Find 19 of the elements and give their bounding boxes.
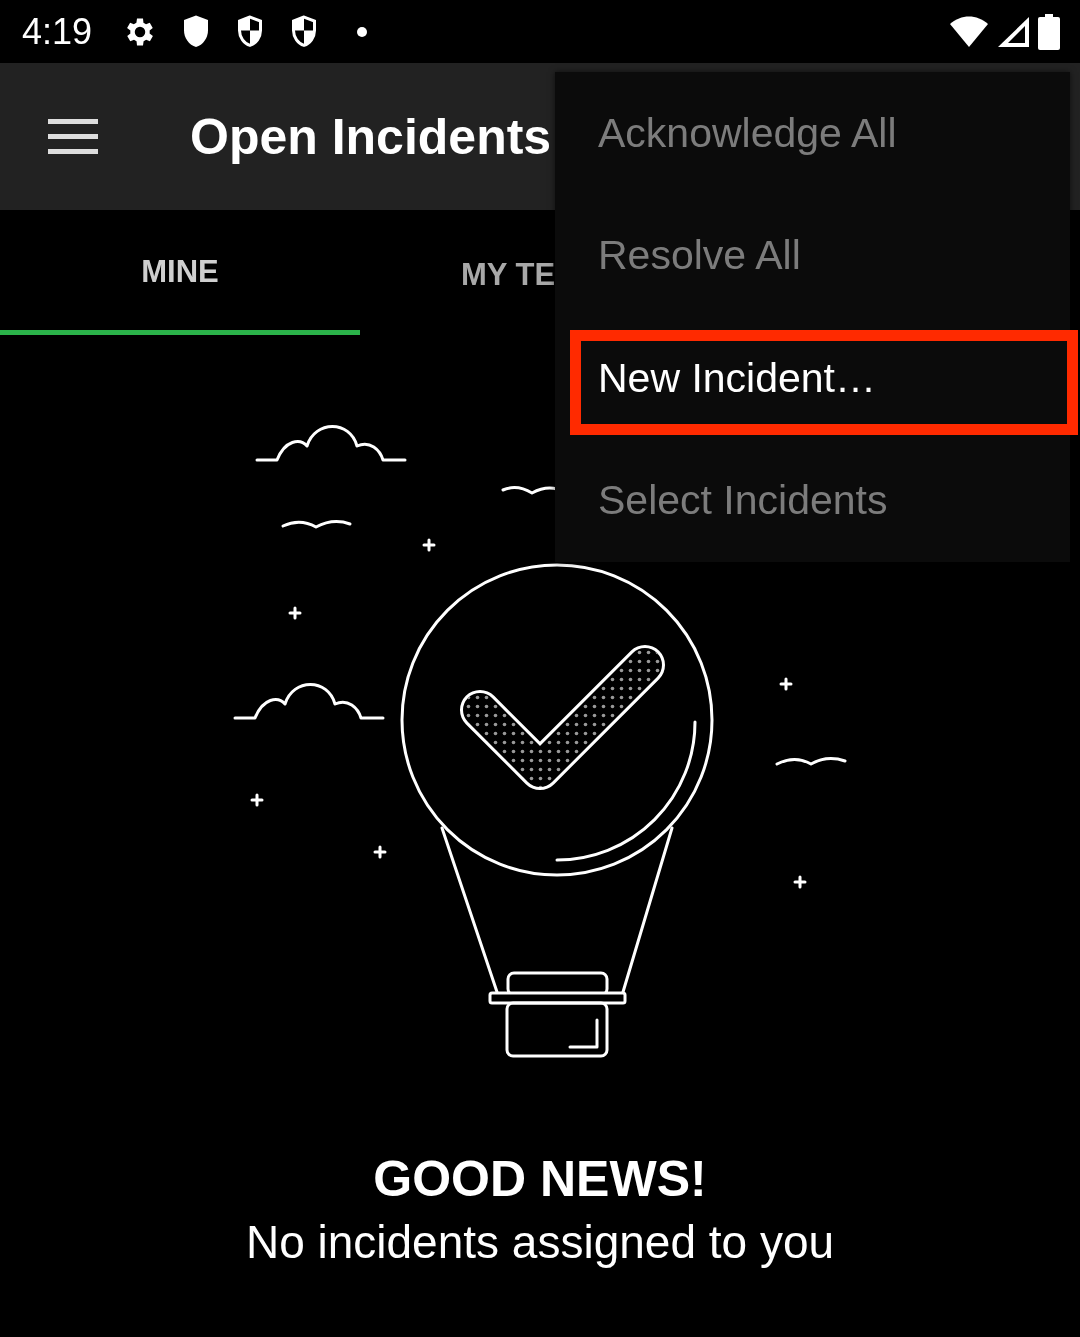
bird-icon <box>775 754 847 766</box>
signal-icon <box>996 15 1030 48</box>
empty-state-message: No incidents assigned to you <box>245 1215 835 1270</box>
screen-title: Open Incidents <box>190 107 552 166</box>
sparkle-icon <box>250 793 264 807</box>
sparkle-icon <box>288 606 302 620</box>
battery-icon <box>1038 13 1060 50</box>
sparkle-icon <box>373 845 387 859</box>
wifi-icon <box>950 15 988 48</box>
tab[interactable]: MINE <box>0 210 360 335</box>
dot-icon <box>356 25 369 38</box>
sparkle-icon <box>779 677 793 691</box>
tab[interactable]: MY TE <box>360 210 555 335</box>
menu-icon[interactable] <box>48 118 98 155</box>
sparkle-icon <box>422 538 436 552</box>
sparkle-icon <box>793 875 807 889</box>
clock-time: 4:19 <box>22 10 93 53</box>
empty-state-title: GOOD NEWS! <box>373 1152 707 1207</box>
menu-item[interactable]: New Incident… <box>598 354 876 402</box>
